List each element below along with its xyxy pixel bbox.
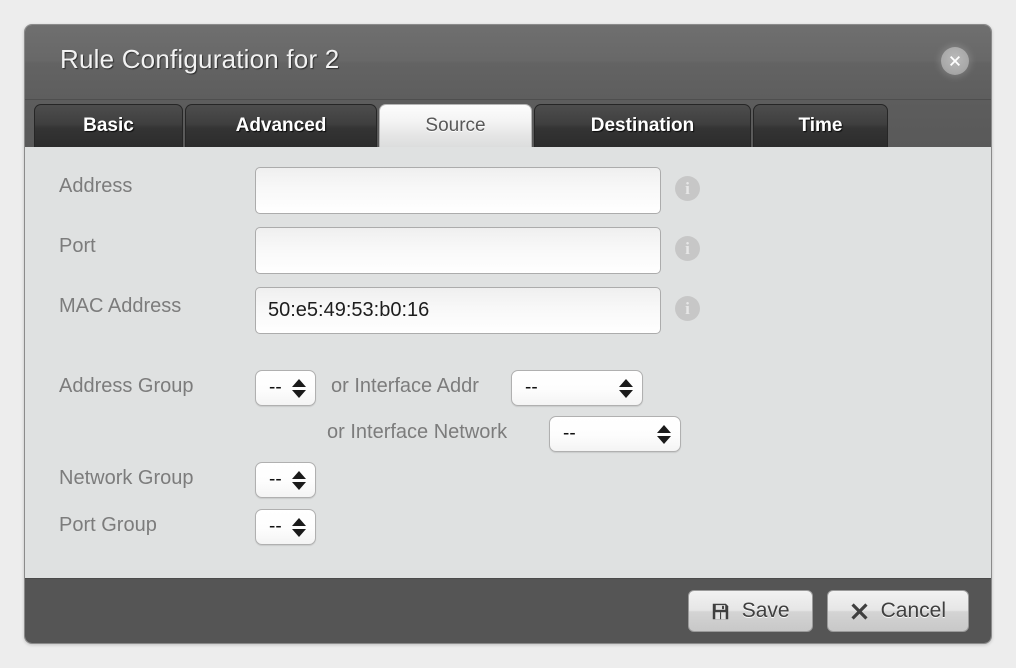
floppy-disk-icon [711, 602, 730, 621]
interface-addr-label: or Interface Addr [331, 375, 479, 397]
address-input[interactable] [255, 167, 661, 214]
port-group-label: Port Group [59, 514, 157, 536]
interface-network-label: or Interface Network [327, 421, 508, 443]
interface-addr-select[interactable]: -- [511, 370, 643, 406]
save-button[interactable]: Save [687, 590, 813, 632]
tab-time[interactable]: Time [753, 104, 888, 147]
interface-network-select[interactable]: -- [549, 416, 681, 452]
address-info-icon[interactable]: i [675, 176, 700, 201]
dialog-header: Rule Configuration for 2 [25, 25, 991, 100]
stepper-arrows-icon [292, 517, 315, 537]
address-group-value: -- [269, 377, 282, 398]
cancel-button-label: Cancel [880, 599, 946, 622]
network-group-value: -- [269, 469, 282, 490]
dialog-body: Address i Port i MAC Address i Address G… [25, 147, 991, 578]
mac-address-info-icon[interactable]: i [675, 296, 700, 321]
mac-address-label: MAC Address [59, 295, 182, 317]
tab-source-label: Source [425, 115, 486, 136]
cancel-button[interactable]: Cancel [826, 590, 969, 632]
stepper-arrows-icon [657, 424, 680, 444]
port-label: Port [59, 235, 96, 257]
dialog-footer: Save Cancel [25, 578, 991, 643]
tab-basic[interactable]: Basic [34, 104, 183, 147]
stepper-arrows-icon [619, 378, 642, 398]
tab-advanced-label: Advanced [235, 115, 327, 136]
port-group-select[interactable]: -- [255, 509, 316, 545]
network-group-select[interactable]: -- [255, 462, 316, 498]
network-group-label: Network Group [59, 467, 194, 489]
mac-address-input[interactable] [255, 287, 661, 334]
stepper-arrows-icon [292, 378, 315, 398]
port-info-icon[interactable]: i [675, 236, 700, 261]
tab-destination-label: Destination [590, 115, 695, 136]
address-group-select[interactable]: -- [255, 370, 316, 406]
tab-basic-label: Basic [83, 115, 134, 136]
address-group-label: Address Group [59, 375, 194, 397]
save-button-label: Save [741, 599, 790, 622]
port-input[interactable] [255, 227, 661, 274]
tab-destination[interactable]: Destination [534, 104, 751, 147]
tab-source[interactable]: Source [379, 104, 532, 147]
dialog-title: Rule Configuration for 2 [60, 44, 340, 74]
address-label: Address [59, 175, 133, 197]
tab-bar: Basic Advanced Source Destination Time [25, 100, 991, 147]
port-group-value: -- [269, 516, 282, 537]
interface-addr-value: -- [525, 377, 538, 398]
rule-configuration-dialog: Rule Configuration for 2 Basic Advanced … [24, 24, 992, 644]
x-mark-icon [850, 602, 869, 621]
close-icon[interactable] [941, 47, 969, 75]
stepper-arrows-icon [292, 470, 315, 490]
interface-network-value: -- [563, 423, 576, 444]
tab-advanced[interactable]: Advanced [185, 104, 377, 147]
tab-time-label: Time [798, 115, 843, 136]
